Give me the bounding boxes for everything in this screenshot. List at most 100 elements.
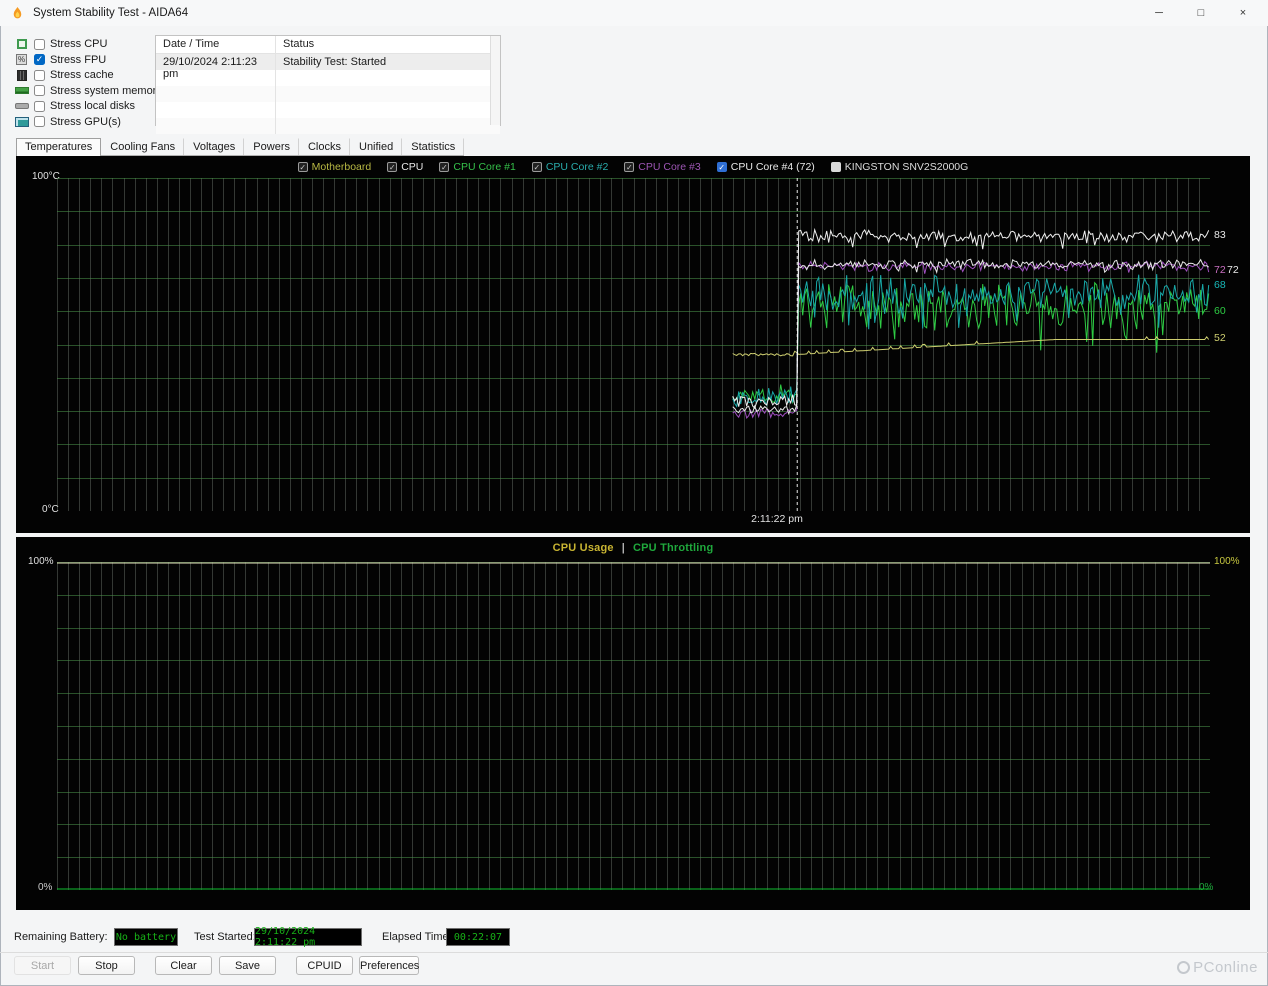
log-table-row[interactable]: 29/10/2024 2:11:23 pm Stability Test: St… — [156, 54, 500, 70]
current-value-label: 72 — [1214, 264, 1226, 276]
column-header-status: Status — [276, 36, 500, 53]
cpu-usage-title: CPU Usage — [553, 542, 614, 554]
log-datetime-cell: 29/10/2024 2:11:23 pm — [156, 54, 276, 70]
gpu-icon — [14, 116, 29, 128]
stress-checkbox[interactable]: ✓ — [34, 116, 45, 127]
legend-label: Motherboard — [312, 161, 372, 173]
cpu-usage-chart-panel: CPU Usage|CPU Throttling 100% 100% 0% 0% — [16, 537, 1250, 910]
log-table-empty-row — [156, 86, 500, 102]
stress-option-label: Stress GPU(s) — [50, 116, 121, 128]
stress-checkbox[interactable]: ✓ — [34, 70, 45, 81]
legend-checkbox[interactable]: ✓ — [532, 162, 542, 172]
stress-checkbox[interactable]: ✓ — [34, 54, 45, 65]
temperature-plot — [57, 178, 1210, 511]
usage-plot — [57, 562, 1210, 890]
tab-statistics[interactable]: Statistics — [402, 138, 464, 155]
start-button[interactable]: Start — [14, 956, 71, 975]
app-window: { "window": { "title": "System Stability… — [0, 0, 1268, 986]
tab-voltages[interactable]: Voltages — [184, 138, 244, 155]
test-started-value: 29/10/2024 2:11:22 pm — [254, 928, 362, 946]
legend-item: ✓ CPU — [387, 161, 423, 173]
legend-checkbox[interactable]: ✓ — [298, 162, 308, 172]
stress-option-row: ✓ Stress local disks — [14, 100, 162, 112]
legend-checkbox[interactable]: ✓ — [717, 162, 727, 172]
tab-powers[interactable]: Powers — [244, 138, 299, 155]
tab-temperatures[interactable]: Temperatures — [16, 138, 101, 156]
close-icon[interactable]: × — [1222, 0, 1264, 26]
watermark-logo-icon — [1177, 961, 1190, 974]
title-bar: System Stability Test - AIDA64 ─ □ × — [0, 0, 1268, 26]
maximize-icon[interactable]: □ — [1180, 0, 1222, 26]
chart-tabs: TemperaturesCooling FansVoltagesPowersCl… — [16, 138, 464, 156]
stress-option-row: ✓ Stress cache — [14, 69, 162, 81]
tab-clocks[interactable]: Clocks — [299, 138, 350, 155]
log-table-empty-row — [156, 70, 500, 86]
legend-item: ✓ CPU Core #3 — [624, 161, 700, 173]
log-table-scrollbar[interactable] — [490, 36, 500, 125]
legend-label: CPU — [401, 161, 423, 173]
legend-checkbox[interactable]: ✓ — [624, 162, 634, 172]
usage-top-left-label: 100% — [28, 556, 54, 567]
stress-options-list: ✓ Stress CPU % ✓ Stress FPU ✓ Stress cac… — [14, 38, 162, 128]
legend-checkbox[interactable]: ✓ — [387, 162, 397, 172]
usage-chart-title: CPU Usage|CPU Throttling — [16, 542, 1250, 554]
current-value-label: 72 — [1227, 264, 1239, 276]
stress-option-row: ✓ Stress system memory — [14, 85, 162, 97]
stress-checkbox[interactable]: ✓ — [34, 85, 45, 96]
legend-item: ✓ Motherboard — [298, 161, 372, 173]
stress-option-label: Stress cache — [50, 69, 114, 81]
flame-icon — [10, 6, 25, 21]
preferences-button[interactable]: Preferences — [359, 956, 419, 975]
stress-checkbox[interactable]: ✓ — [34, 101, 45, 112]
current-value-label: 52 — [1214, 332, 1226, 344]
tab-cooling-fans[interactable]: Cooling Fans — [101, 138, 184, 155]
caption-buttons: ─ □ × — [1138, 0, 1264, 26]
legend-item: ✓ CPU Core #1 — [439, 161, 515, 173]
current-value-label: 68 — [1214, 279, 1226, 291]
legend-label: CPU Core #4 (72) — [731, 161, 815, 173]
watermark: PConline — [1177, 959, 1258, 976]
legend-item: ✓ CPU Core #4 (72) — [717, 161, 815, 173]
save-button[interactable]: Save — [219, 956, 276, 975]
column-header-datetime: Date / Time — [156, 36, 276, 53]
legend-checkbox[interactable] — [831, 162, 841, 172]
legend-item: KINGSTON SNV2S2000G — [831, 161, 969, 173]
title-separator: | — [622, 542, 625, 554]
watermark-text: PConline — [1193, 959, 1258, 976]
usage-bottom-left-label: 0% — [38, 882, 52, 893]
battery-label: Remaining Battery: — [14, 931, 108, 943]
test-start-time-marker-label: 2:11:22 pm — [697, 513, 857, 525]
stress-checkbox[interactable]: ✓ — [34, 39, 45, 50]
elapsed-time-value: 00:22:07 — [446, 928, 510, 946]
legend-label: CPU Core #2 — [546, 161, 608, 173]
minimize-icon[interactable]: ─ — [1138, 0, 1180, 26]
action-button-bar: Start Stop Clear Save CPUID Preferences — [0, 956, 1268, 976]
legend-checkbox[interactable]: ✓ — [439, 162, 449, 172]
log-table-header: Date / Time Status — [156, 36, 500, 54]
tab-unified[interactable]: Unified — [350, 138, 402, 155]
stop-button[interactable]: Stop — [78, 956, 135, 975]
stress-option-row: ✓ Stress CPU — [14, 38, 162, 50]
cpu-icon — [14, 38, 29, 50]
window-title: System Stability Test - AIDA64 — [33, 7, 188, 19]
test-started-label: Test Started: — [194, 931, 256, 943]
stress-option-row: % ✓ Stress FPU — [14, 54, 162, 66]
stress-option-label: Stress system memory — [50, 85, 162, 97]
stress-option-row: ✓ Stress GPU(s) — [14, 116, 162, 128]
current-value-label: 60 — [1214, 305, 1226, 317]
clear-button[interactable]: Clear — [155, 956, 212, 975]
elapsed-time-label: Elapsed Time: — [382, 931, 452, 943]
y-axis-max-label: 100°C — [32, 171, 60, 182]
temperature-chart-panel: ✓ Motherboard ✓ CPU ✓ CPU Core #1 ✓ CPU … — [16, 156, 1250, 533]
disk-icon — [14, 100, 29, 112]
legend-label: CPU Core #3 — [638, 161, 700, 173]
status-bar: Remaining Battery: No battery Test Start… — [14, 928, 1254, 948]
stress-option-label: Stress FPU — [50, 54, 106, 66]
temperature-legend: ✓ Motherboard ✓ CPU ✓ CPU Core #1 ✓ CPU … — [16, 161, 1250, 173]
cpuid-button[interactable]: CPUID — [296, 956, 353, 975]
cache-icon — [14, 69, 29, 81]
log-table-empty-row — [156, 102, 500, 118]
log-table-empty-row — [156, 118, 500, 134]
log-status-cell: Stability Test: Started — [276, 54, 500, 70]
stress-option-label: Stress CPU — [50, 38, 107, 50]
